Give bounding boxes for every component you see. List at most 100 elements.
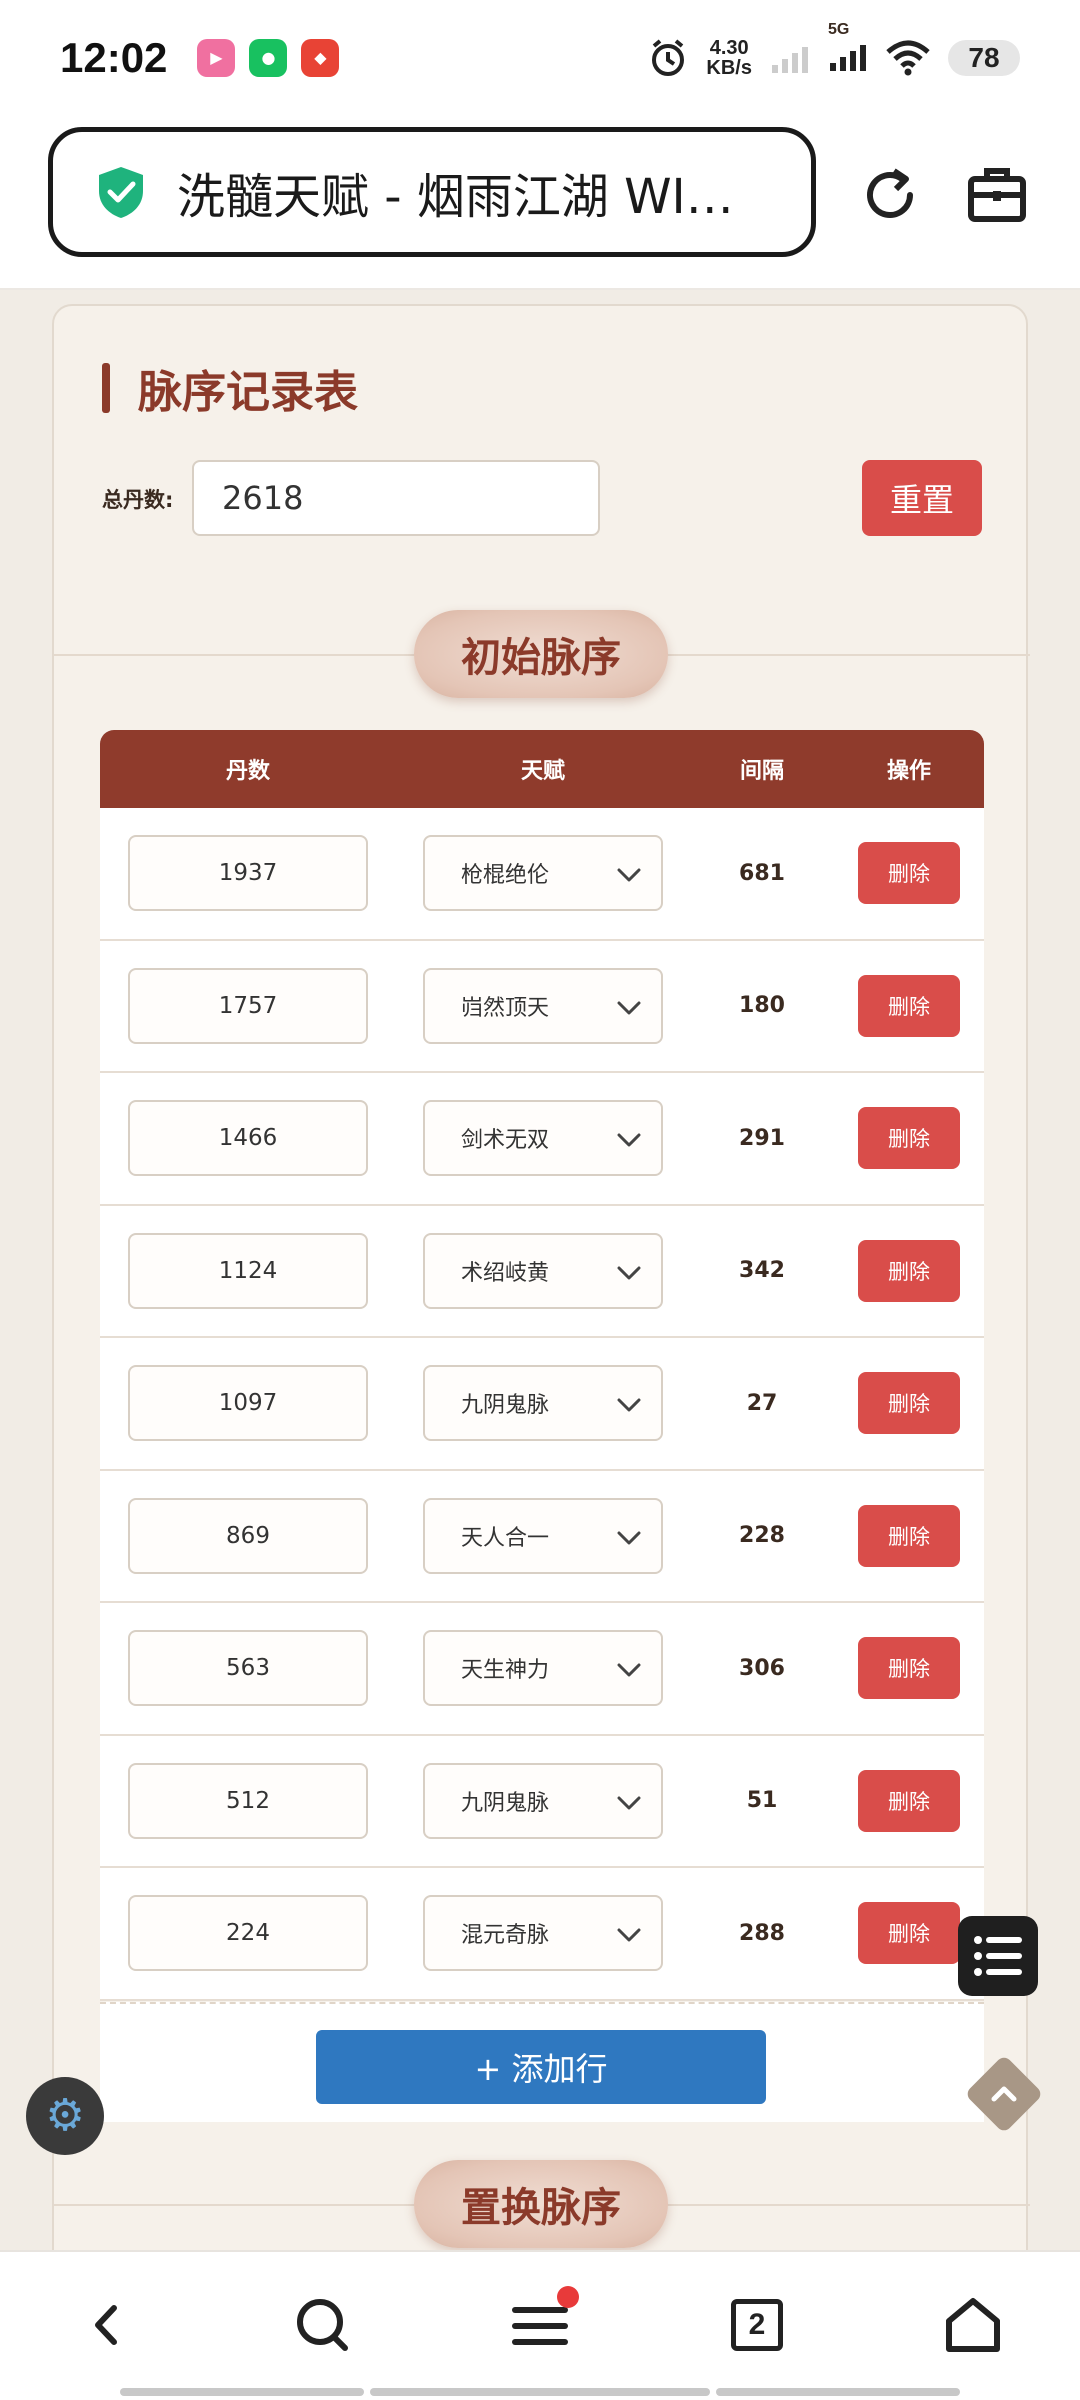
replace-sequence-heading: 置换脉序 [414,2160,668,2248]
title-accent-bar [102,363,110,413]
signal-strong-icon [830,44,866,71]
dan-input[interactable]: 563 [128,1630,368,1707]
delete-button[interactable]: 删除 [858,1239,960,1302]
delete-button[interactable]: 删除 [858,1504,960,1567]
col-header-talent: 天赋 [520,759,565,784]
dan-input[interactable]: 869 [128,1497,368,1574]
signal-5g: 5G [828,21,868,75]
chevron-down-icon [617,1001,641,1015]
table-row: 1466 剑术无双 291 删除 [100,1073,984,1206]
notification-dot [557,2286,579,2308]
browser-address-bar: 洗髓天赋 - 烟雨江湖 WI… [0,115,1080,290]
interval-value: 291 [739,1125,785,1151]
action-cell: 删除 [834,1637,984,1700]
table-row: 1124 术绍岐黄 342 删除 [100,1206,984,1338]
talent-select[interactable]: 九阴鬼脉 [423,1365,663,1442]
talent-value: 混元奇脉 [461,1923,550,1949]
talent-value: 岿然顶天 [461,995,550,1021]
dan-input[interactable]: 224 [128,1895,368,1972]
interval-value: 342 [739,1258,785,1284]
reset-button[interactable]: 重置 [862,460,982,536]
sequence-table: 丹数 天赋 间隔 操作 1937 枪棍绝伦 681 删除 1757 岿然顶天 180 删除 14… [100,730,984,2001]
wifi-icon [886,40,930,75]
tabs-button[interactable]: 2 [722,2290,792,2360]
url-title: 洗髓天赋 - 烟雨江湖 WI… [177,169,734,225]
delete-button[interactable]: 删除 [858,1902,960,1965]
toc-button[interactable] [958,1916,1038,1996]
col-header-interval: 间隔 [739,759,784,784]
network-speed: 4.30 KB/s [706,36,752,79]
talent-value: 天人合一 [461,1525,550,1551]
delete-button[interactable]: 删除 [858,1769,960,1832]
reload-icon [867,168,913,218]
table-body: 1937 枪棍绝伦 681 删除 1757 岿然顶天 180 删除 1466 剑术无双 291 删除 1… [100,808,984,2001]
dan-cell: 1124 [100,1232,396,1309]
col-header-dan: 丹数 [225,759,270,784]
alarm-icon [652,38,685,76]
dan-cell: 224 [100,1895,396,1972]
home-button[interactable] [938,2290,1008,2360]
table-row: 512 九阴鬼脉 51 删除 [100,1736,984,1868]
talent-value: 术绍岐黄 [461,1260,550,1286]
list-icon [974,1936,1022,1976]
status-right: 4.30 KB/s 5G 78 [648,21,1020,79]
bilibili-icon: ▶ [197,38,236,77]
interval-value: 228 [739,1523,785,1549]
search-button[interactable] [288,2290,358,2360]
dan-input[interactable]: 1097 [128,1365,368,1442]
back-icon [95,2305,117,2345]
interval-value: 180 [739,993,785,1019]
dan-cell: 1757 [100,967,396,1044]
talent-select[interactable]: 九阴鬼脉 [423,1762,663,1839]
dan-input[interactable]: 1937 [128,835,368,912]
gesture-bar-right [716,2388,960,2396]
talent-select[interactable]: 枪棍绝伦 [423,835,663,912]
dan-input[interactable]: 1466 [128,1100,368,1177]
talent-cell: 枪棍绝伦 [396,835,690,912]
talent-select[interactable]: 剑术无双 [423,1100,663,1177]
tab-count: 2 [731,2299,783,2351]
total-dan-input[interactable]: 2618 [192,460,600,536]
delete-button[interactable]: 删除 [858,974,960,1037]
interval-value: 681 [739,860,785,886]
talent-select[interactable]: 术绍岐黄 [423,1232,663,1309]
dan-input[interactable]: 1124 [128,1232,368,1309]
talent-select[interactable]: 岿然顶天 [423,967,663,1044]
delete-button[interactable]: 删除 [858,1637,960,1700]
initial-sequence-heading: 初始脉序 [414,610,668,698]
reload-button[interactable] [850,155,930,235]
talent-cell: 天生神力 [396,1630,690,1707]
table-row: 224 混元奇脉 288 删除 [100,1868,984,2001]
settings-button[interactable]: ⚙ [26,2077,104,2155]
delete-button[interactable]: 删除 [858,842,960,905]
delete-button[interactable]: 删除 [858,1372,960,1435]
action-cell: 删除 [834,1769,984,1832]
delete-button[interactable]: 删除 [858,1107,960,1170]
back-button[interactable] [72,2290,142,2360]
menu-button[interactable] [505,2286,579,2360]
battery-indicator: 78 [948,39,1020,76]
search-icon [297,2299,348,2351]
interval-value: 27 [746,1390,778,1416]
url-field[interactable]: 洗髓天赋 - 烟雨江湖 WI… [48,127,816,257]
chevron-down-icon [617,1398,641,1412]
table-row: 869 天人合一 228 删除 [100,1471,984,1603]
talent-cell: 混元奇脉 [396,1895,690,1972]
dan-input[interactable]: 512 [128,1762,368,1839]
talent-select[interactable]: 天人合一 [423,1497,663,1574]
talent-select[interactable]: 混元奇脉 [423,1895,663,1972]
table-row: 563 天生神力 306 删除 [100,1603,984,1736]
dan-cell: 1466 [100,1100,396,1177]
dan-input[interactable]: 1757 [128,967,368,1044]
talent-select[interactable]: 天生神力 [423,1630,663,1707]
chevron-down-icon [617,868,641,882]
toolbox-button[interactable] [957,155,1037,235]
record-panel: 脉序记录表 总丹数: 2618 重置 初始脉序 丹数 天赋 间隔 操作 1937… [52,304,1030,2304]
talent-value: 九阴鬼脉 [461,1790,550,1816]
menu-icon [512,2307,568,2345]
table-row: 1937 枪棍绝伦 681 删除 [100,808,984,941]
talent-cell: 岿然顶天 [396,967,690,1044]
dan-cell: 869 [100,1497,396,1574]
add-row-button[interactable]: + 添加行 [316,2030,766,2104]
talent-cell: 术绍岐黄 [396,1232,690,1309]
